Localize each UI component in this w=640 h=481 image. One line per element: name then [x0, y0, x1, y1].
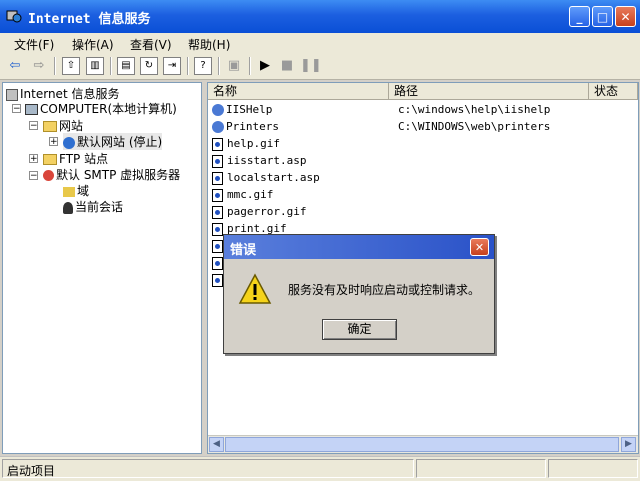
- show-tree-icon[interactable]: ▥: [86, 57, 104, 75]
- folder-icon: [43, 121, 57, 132]
- iis-icon: [6, 88, 18, 101]
- tree-websites[interactable]: 网站: [43, 117, 83, 134]
- expand-toggle[interactable]: +: [29, 154, 38, 164]
- menu-view[interactable]: 查看(V): [130, 36, 172, 53]
- scroll-right-icon[interactable]: ▶: [621, 437, 636, 452]
- status-cell: [416, 459, 546, 478]
- list-item[interactable]: iisstart.asp: [212, 154, 306, 168]
- start-icon[interactable]: ▶: [256, 57, 274, 75]
- smtp-stopped-icon: [43, 170, 54, 181]
- tree-smtp[interactable]: 默认 SMTP 虚拟服务器: [43, 166, 180, 183]
- tree-ftp[interactable]: FTP 站点: [43, 150, 108, 167]
- column-header-status[interactable]: 状态: [589, 83, 638, 100]
- collapse-toggle[interactable]: −: [12, 104, 21, 114]
- tree-pane: Internet 信息服务 − COMPUTER(本地计算机) − 网站 + 默…: [2, 82, 202, 454]
- file-icon: [212, 171, 223, 185]
- status-bar: 启动项目: [0, 456, 640, 481]
- expand-toggle[interactable]: +: [49, 137, 58, 147]
- ok-button[interactable]: 确定: [322, 319, 397, 340]
- file-icon: [212, 154, 223, 168]
- toolbar-separator: [249, 57, 251, 75]
- stop-icon[interactable]: ■: [278, 57, 296, 75]
- menu-action[interactable]: 操作(A): [72, 36, 114, 53]
- column-header-name[interactable]: 名称: [208, 83, 389, 100]
- collapse-toggle[interactable]: −: [29, 171, 38, 181]
- up-folder-icon[interactable]: ⇧: [62, 57, 80, 75]
- error-dialog: 错误 ✕ 服务没有及时响应启动或控制请求。 确定: [223, 234, 495, 354]
- file-icon: [212, 205, 223, 219]
- column-header-path[interactable]: 路径: [389, 83, 589, 100]
- list-item[interactable]: IISHelp c:\windows\help\iishelp: [212, 103, 550, 116]
- list-item[interactable]: localstart.asp: [212, 171, 320, 185]
- list-item[interactable]: help.gif: [212, 137, 280, 151]
- file-icon: [212, 256, 223, 270]
- menu-bar: 文件(F) 操作(A) 查看(V) 帮助(H): [0, 33, 640, 53]
- list-item[interactable]: pagerror.gif: [212, 205, 306, 219]
- status-text: 启动项目: [7, 464, 56, 478]
- dialog-title-bar: 错误 ✕: [224, 235, 494, 259]
- maximize-button[interactable]: □: [592, 6, 613, 27]
- forward-arrow-icon[interactable]: ⇨: [30, 57, 48, 75]
- toolbar: ⇦ ⇨ ⇧ ▥ ▤ ↻ ⇥ ? ▣ ▶ ■ ❚❚: [0, 53, 640, 80]
- refresh-icon[interactable]: ↻: [140, 57, 158, 75]
- dialog-close-button[interactable]: ✕: [470, 238, 489, 256]
- tree-default-site[interactable]: 默认网站 (停止): [63, 133, 163, 150]
- minimize-button[interactable]: _: [569, 6, 590, 27]
- domain-icon: [63, 186, 75, 197]
- virtual-dir-icon: [212, 104, 224, 116]
- close-button[interactable]: ✕: [615, 6, 636, 27]
- back-arrow-icon[interactable]: ⇦: [6, 57, 24, 75]
- iis-app-icon: [6, 10, 22, 23]
- pause-icon[interactable]: ❚❚: [300, 57, 322, 75]
- window-title: Internet 信息服务: [28, 12, 151, 27]
- properties-icon[interactable]: ▤: [117, 57, 135, 75]
- user-icon: [63, 201, 73, 214]
- status-cell: 启动项目: [2, 459, 414, 478]
- tree-sessions[interactable]: 当前会话: [63, 198, 123, 215]
- tree-domain[interactable]: 域: [63, 182, 89, 199]
- dialog-title: 错误: [230, 243, 257, 258]
- computer-icon: [25, 104, 38, 115]
- toolbar-separator: [187, 57, 189, 75]
- help-icon[interactable]: ?: [194, 57, 212, 75]
- menu-help[interactable]: 帮助(H): [188, 36, 230, 53]
- file-icon: [212, 188, 223, 202]
- list-item[interactable]: Printers C:\WINDOWS\web\printers: [212, 120, 550, 133]
- horizontal-scrollbar[interactable]: ◀ ▶: [208, 435, 638, 453]
- title-bar: Internet 信息服务 _ □ ✕: [0, 0, 640, 33]
- file-icon: [212, 273, 223, 287]
- collapse-toggle[interactable]: −: [29, 121, 38, 131]
- globe-stopped-icon: [63, 136, 75, 149]
- virtual-dir-icon: [212, 121, 224, 133]
- export-list-icon[interactable]: ⇥: [163, 57, 181, 75]
- file-icon: [212, 137, 223, 151]
- tree-computer[interactable]: COMPUTER(本地计算机): [25, 100, 177, 117]
- scroll-left-icon[interactable]: ◀: [209, 437, 224, 452]
- file-icon: [212, 222, 223, 236]
- menu-file[interactable]: 文件(F): [14, 36, 54, 53]
- file-icon: [212, 239, 223, 253]
- scrollbar-thumb[interactable]: [225, 437, 619, 452]
- computer-icon[interactable]: ▣: [225, 57, 243, 75]
- status-cell: [548, 459, 638, 478]
- list-item[interactable]: mmc.gif: [212, 188, 273, 202]
- dialog-message: 服务没有及时响应启动或控制请求。: [288, 283, 481, 297]
- folder-icon: [43, 154, 57, 165]
- toolbar-separator: [218, 57, 220, 75]
- warning-icon: [238, 273, 272, 304]
- toolbar-separator: [110, 57, 112, 75]
- toolbar-separator: [54, 57, 56, 75]
